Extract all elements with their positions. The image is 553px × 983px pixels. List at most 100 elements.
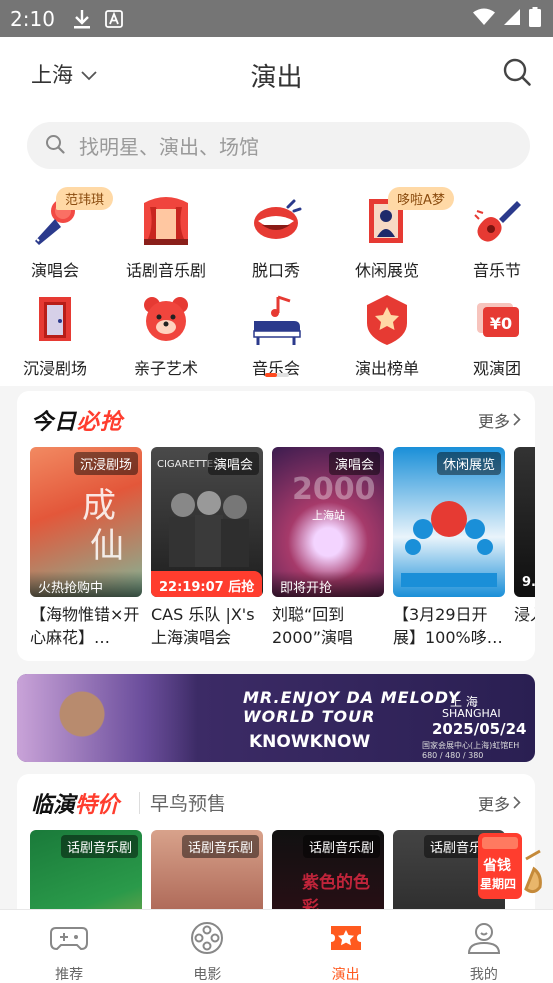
category-badge: 范玮琪 xyxy=(56,187,114,210)
show-card[interactable]: 2000 上海站 演唱会 即将开抢 刘聪“回到2000”演唱会… xyxy=(272,447,384,649)
category-drama[interactable]: 话剧音乐剧 xyxy=(111,193,221,281)
early-bird-tab[interactable]: 早鸟预售 xyxy=(150,789,226,816)
ranking-badge-icon xyxy=(359,291,415,347)
nav-label: 演出 xyxy=(331,967,360,983)
search-icon xyxy=(502,58,532,91)
category-label: 脱口秀 xyxy=(251,261,300,280)
category-kids[interactable]: 亲子艺术 xyxy=(111,291,221,379)
poster-row: 话剧音乐剧 话剧音乐剧 紫色的色彩 话剧音乐剧 话剧音乐剧 xyxy=(30,830,535,910)
chevron-right-icon xyxy=(513,411,521,430)
show-card[interactable]: 休闲展览 【3月29日开展】100%哆… xyxy=(393,447,505,649)
show-tag: 话剧音乐剧 xyxy=(302,835,380,858)
section-title-b: 特价 xyxy=(75,793,120,818)
show-card[interactable]: CIGARETTES 演唱会 22:19:07 后抢 CAS 乐队 |X's 上… xyxy=(151,447,263,649)
status-bar: 2:10 xyxy=(0,0,553,37)
promo-line1: 省钱 xyxy=(483,858,511,874)
show-card[interactable]: 话剧音乐剧 xyxy=(151,830,263,910)
chevron-right-icon xyxy=(513,794,521,813)
category-grid: 演唱会 范玮琪 话剧音乐剧 脱口秀 休闲展览 哆啦A梦 音乐节 沉浸剧场 亲子艺… xyxy=(0,181,553,386)
theater-curtain-icon xyxy=(138,193,194,249)
promo-line2: 星期四 xyxy=(480,877,517,891)
section-title-a: 今日 xyxy=(31,410,78,435)
more-label: 更多 xyxy=(477,412,510,431)
svg-text:¥0: ¥0 xyxy=(490,314,512,333)
wifi-icon xyxy=(473,8,495,30)
svg-text:2000: 2000 xyxy=(292,472,376,507)
mouth-icon xyxy=(248,193,304,249)
star-ticket-icon xyxy=(327,920,365,960)
thursday-saver-promo[interactable]: 省钱 星期四 xyxy=(474,829,546,909)
category-immersive[interactable]: 沉浸剧场 xyxy=(0,291,110,379)
show-poster: 话剧音乐剧 xyxy=(30,830,142,910)
nav-label: 我的 xyxy=(469,967,498,983)
banner-date: 2025/05/24 xyxy=(432,720,527,738)
show-card[interactable]: 紫色的色彩 话剧音乐剧 xyxy=(272,830,384,910)
show-title: 【3月29日开展】100%哆… xyxy=(393,605,503,647)
nav-shows[interactable]: 演出 xyxy=(277,910,415,983)
search-area: 找明星、演出、场馆 xyxy=(0,111,553,181)
show-poster: 成仙 沉浸剧场 火热抢购中 xyxy=(30,447,142,597)
piano-icon xyxy=(248,291,304,347)
category-label: 演出榜单 xyxy=(354,359,419,378)
status-time: 2:10 xyxy=(10,6,55,31)
more-link[interactable]: 更多 xyxy=(478,408,521,432)
more-link[interactable]: 更多 xyxy=(478,791,521,815)
category-label: 亲子艺术 xyxy=(133,359,198,378)
show-title: 刘聪“回到2000”演唱会… xyxy=(272,605,354,647)
group-ticket-icon: ¥0 xyxy=(469,291,525,347)
banner-venue: 国家会展中心(上海)虹馆EH 680 / 480 / 380 xyxy=(422,741,520,760)
nav-movie[interactable]: 电影 xyxy=(138,910,276,983)
search-button[interactable] xyxy=(502,57,532,91)
category-exhibition[interactable]: 休闲展览 哆啦A梦 xyxy=(332,187,454,281)
svg-text:成: 成 xyxy=(82,486,116,526)
show-card[interactable]: 成仙 沉浸剧场 火热抢购中 【海物惟错×开心麻花】… xyxy=(30,447,142,649)
category-standup[interactable]: 脱口秀 xyxy=(221,193,331,281)
nav-label: 推荐 xyxy=(55,967,84,983)
city-label: 上海 xyxy=(31,63,73,87)
download-icon xyxy=(73,9,91,29)
svg-text:仙: 仙 xyxy=(90,526,124,566)
promo-banner[interactable]: MR.ENJOY DA MELODY WORLD TOUR KNOWKNOW 上… xyxy=(17,674,535,762)
show-tag: 休闲展览 xyxy=(436,452,501,475)
user-icon xyxy=(465,920,503,960)
more-label: 更多 xyxy=(477,795,510,814)
divider xyxy=(139,792,140,814)
show-card[interactable]: 9. 浸入《神… xyxy=(514,447,535,649)
game-controller-icon xyxy=(50,920,89,960)
chevron-down-icon xyxy=(81,62,97,86)
bottom-nav: 推荐 电影 演出 我的 xyxy=(0,909,553,983)
show-card[interactable]: 话剧音乐剧 xyxy=(30,830,142,910)
section-title: 临演特价 xyxy=(31,787,119,819)
city-selector[interactable]: 上海 xyxy=(31,59,97,89)
show-tag: 演唱会 xyxy=(207,452,259,475)
show-tag: 演唱会 xyxy=(328,452,380,475)
section-title-b: 必抢 xyxy=(77,410,124,435)
search-input[interactable]: 找明星、演出、场馆 xyxy=(27,122,530,169)
page-indicator xyxy=(265,373,289,377)
door-icon xyxy=(27,291,83,347)
show-title: 【海物惟错×开心麻花】… xyxy=(30,605,140,647)
category-group[interactable]: ¥0 观演团 xyxy=(442,291,552,379)
guitar-icon xyxy=(469,193,525,249)
search-icon xyxy=(45,134,65,158)
show-poster: CIGARETTES 演唱会 22:19:07 后抢 xyxy=(151,447,263,597)
category-classical[interactable]: 音乐会 xyxy=(221,291,331,379)
poster-row: 成仙 沉浸剧场 火热抢购中 【海物惟错×开心麻花】… CIGARETTES 演唱… xyxy=(30,447,535,657)
show-poster: 9. xyxy=(514,447,535,597)
nav-mine[interactable]: 我的 xyxy=(415,910,553,983)
poster-text: 上海站 xyxy=(312,509,345,522)
show-poster: 2000 上海站 演唱会 即将开抢 xyxy=(272,447,384,597)
category-concert[interactable]: 演唱会 范玮琪 xyxy=(0,187,114,281)
search-placeholder: 找明星、演出、场馆 xyxy=(79,135,259,159)
nav-label: 电影 xyxy=(193,967,222,983)
last-minute-deals-section: 临演特价 早鸟预售 更多 话剧音乐剧 话剧音乐剧 紫色的色彩 话剧音乐剧 话剧音… xyxy=(17,774,535,914)
signal-icon xyxy=(503,8,521,30)
today-must-grab-section: 今日必抢 更多 成仙 沉浸剧场 火热抢购中 【海物惟错×开心麻花】… CIGAR… xyxy=(17,391,535,661)
show-status: 火热抢购中 xyxy=(30,571,142,597)
category-festival[interactable]: 音乐节 xyxy=(442,193,552,281)
nav-recommend[interactable]: 推荐 xyxy=(0,910,138,983)
app-header: 上海 演出 xyxy=(0,37,553,111)
font-icon xyxy=(105,9,123,28)
category-ranking[interactable]: 演出榜单 xyxy=(332,291,442,379)
banner-subtitle: KNOWKNOW xyxy=(249,732,371,752)
